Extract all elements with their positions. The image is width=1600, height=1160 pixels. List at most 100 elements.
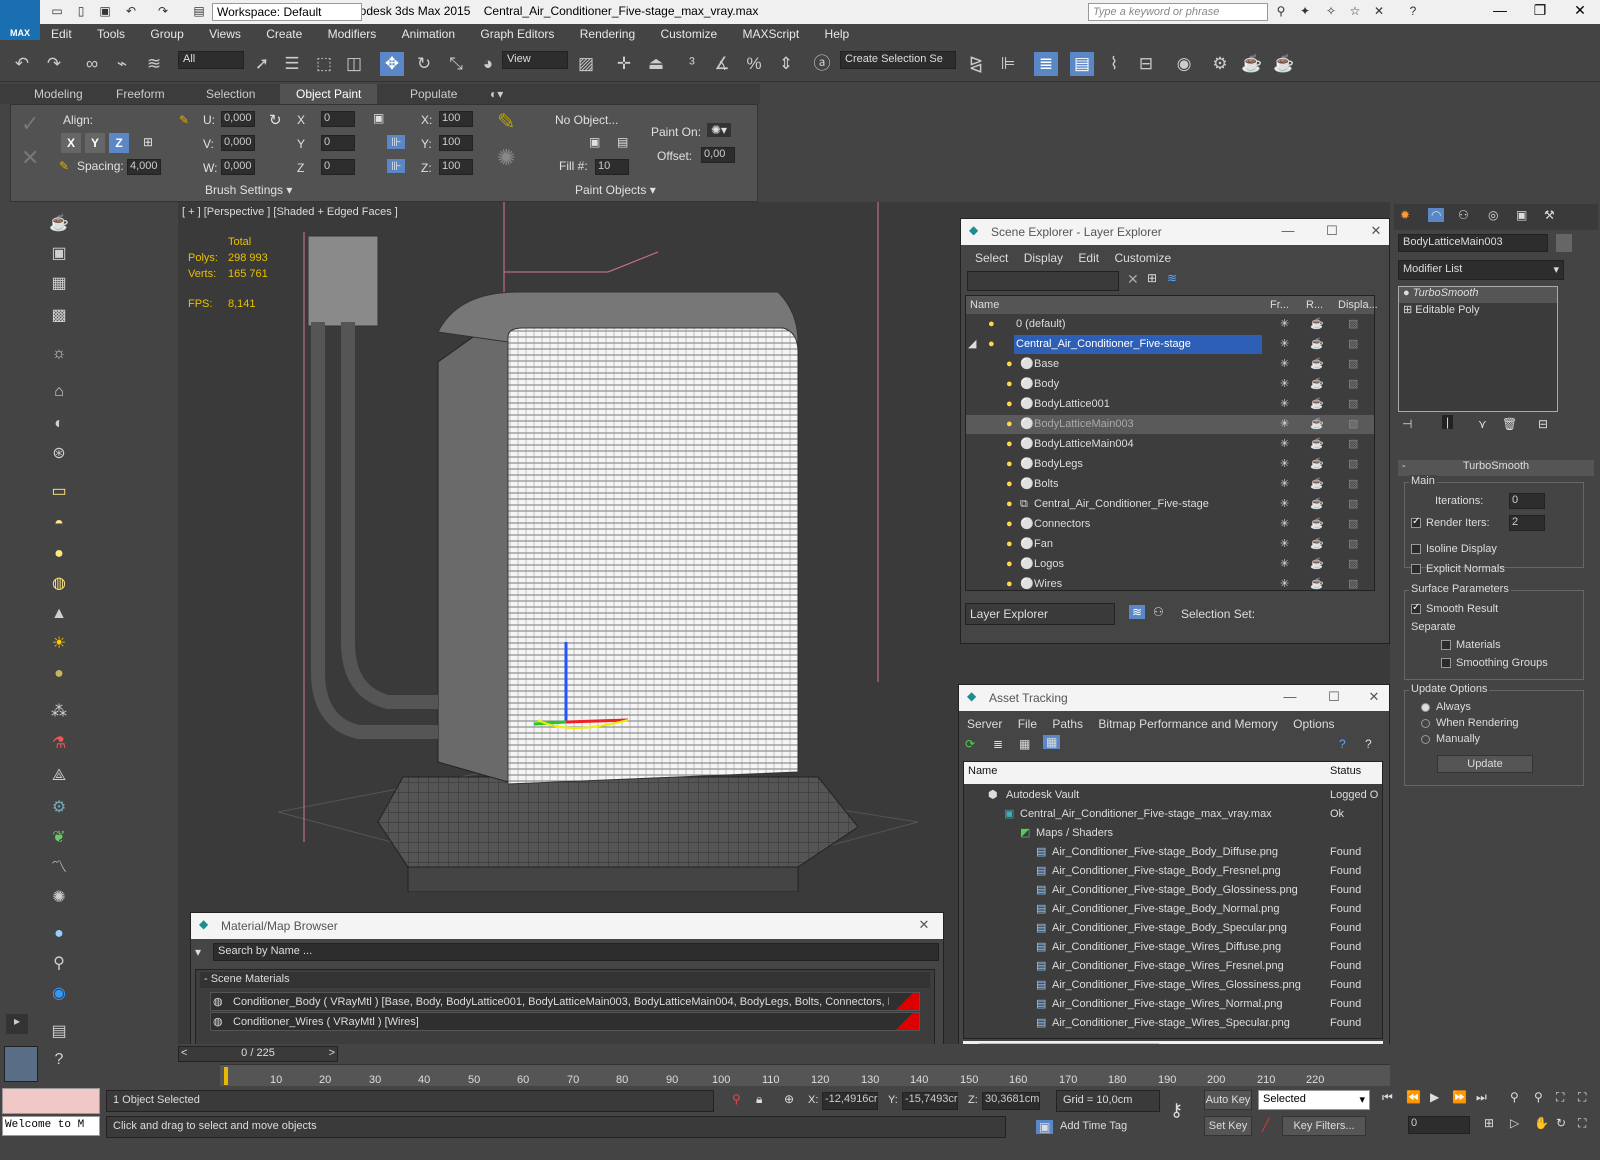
selection-filter[interactable]: All — [178, 51, 244, 69]
rot-z-input[interactable]: 0 — [321, 159, 355, 175]
mirror-icon[interactable]: ⧎ — [964, 52, 988, 76]
always-radio[interactable] — [1421, 702, 1430, 712]
create-tab-icon[interactable]: ✹ — [1400, 208, 1410, 222]
se-search-input[interactable] — [967, 271, 1119, 291]
manually-option[interactable]: Manually — [1421, 733, 1480, 745]
se-col-display[interactable]: Displa... — [1338, 296, 1378, 315]
se-col-name[interactable]: Name — [970, 296, 999, 315]
hierarchy-tab-icon[interactable]: ⚇ — [1458, 208, 1469, 222]
explicit-normals-option[interactable]: Explicit Normals — [1411, 563, 1581, 575]
display-icon[interactable]: ▧ — [1348, 535, 1358, 554]
modifier-list-dropdown[interactable]: Modifier List ▾ — [1398, 260, 1564, 280]
time-tag-icon[interactable]: ▣ — [1036, 1120, 1054, 1134]
new-file-icon[interactable]: ▭ — [48, 4, 66, 20]
stack-item-editable-poly[interactable]: ⊞ Editable Poly — [1399, 303, 1557, 319]
materials-checkbox[interactable] — [1441, 640, 1451, 651]
zoom-extents-all-icon[interactable]: ⛶ — [1578, 1090, 1586, 1105]
asset-row[interactable]: ▤ Air_Conditioner_Five-stage_Body_Normal.… — [964, 900, 1382, 919]
keyboard-shortcut-override-icon[interactable]: ⏏ — [644, 52, 668, 76]
snowflake-icon[interactable]: ✳ — [1280, 355, 1289, 374]
disc-icon[interactable]: ● — [46, 662, 72, 686]
geosphere-icon[interactable]: ◍ — [46, 572, 72, 596]
menu-animation[interactable]: Animation — [391, 24, 466, 44]
pick-object-icon[interactable]: ▣ — [589, 135, 600, 149]
angle-snap-icon[interactable]: ∡ — [710, 52, 734, 76]
remove-modifier-icon[interactable]: 🗑︎ — [1502, 417, 1517, 431]
teapot-render-icon[interactable]: ☕ — [1310, 335, 1324, 354]
snowflake-icon[interactable]: ✳ — [1280, 535, 1289, 554]
teapot-render-icon[interactable]: ☕ — [1310, 515, 1324, 534]
redo-icon[interactable]: ↷ — [154, 4, 172, 20]
menu-create[interactable]: Create — [255, 24, 313, 44]
snowflake-icon[interactable]: ✳ — [1280, 515, 1289, 534]
half-sphere-icon[interactable]: ◐ — [46, 412, 72, 436]
display-icon[interactable]: ▧ — [1348, 355, 1358, 374]
tree-row[interactable]: ● ⚪ Body ✳ ☕ ▧ — [966, 375, 1374, 394]
scene-explorer-minimize[interactable]: — — [1273, 223, 1303, 238]
teapot-render-icon[interactable]: ☕ — [1310, 395, 1324, 414]
rendered-frame-window-icon[interactable]: ☕ — [1240, 52, 1264, 76]
material-item[interactable]: ◍ Conditioner_Body ( VRayMtl ) [Base, Bod… — [210, 992, 920, 1011]
object-color-swatch[interactable] — [1556, 234, 1572, 252]
show-end-result-icon[interactable]: | — [1442, 415, 1454, 429]
menu-maxscript[interactable]: MAXScript — [732, 24, 811, 44]
bulb-icon[interactable]: ● — [1403, 287, 1410, 299]
expand-arrow-icon[interactable]: ▸ — [6, 1014, 28, 1034]
zoom-all-icon[interactable]: ⚲ — [1534, 1090, 1543, 1104]
open-file-icon[interactable]: ▯ — [72, 4, 90, 20]
asset-row[interactable]: ⬢ Autodesk Vault Logged O — [964, 786, 1382, 805]
tree-row[interactable]: ● ⚪ Connectors ✳ ☕ ▧ — [966, 515, 1374, 534]
tree-row[interactable]: ● ⚪ BodyLatticeMain004 ✳ ☕ ▧ — [966, 435, 1374, 454]
maximize-button[interactable]: ❐ — [1520, 2, 1560, 22]
paint-on-select[interactable]: ✺▾ — [707, 123, 732, 137]
fill-input[interactable]: 10 — [595, 159, 629, 175]
named-selection-set[interactable]: Create Selection Se — [840, 51, 956, 69]
se-menu-display[interactable]: Display — [1018, 247, 1069, 269]
edit-named-selection-icon[interactable]: ⓐ — [810, 52, 834, 76]
curve-editor-icon[interactable]: ⌇ — [1102, 52, 1126, 76]
material-editor-icon[interactable]: ◉ — [46, 982, 72, 1006]
axis-x-button[interactable]: X — [61, 133, 81, 153]
asset-tracking-maximize[interactable]: ☐ — [1319, 689, 1349, 705]
asset-tracking-titlebar[interactable]: ◆ Asset Tracking — ☐ ✕ — [959, 685, 1389, 711]
tab-modeling[interactable]: Modeling — [34, 87, 83, 101]
light-bulb-icon[interactable]: ● — [1006, 495, 1013, 514]
magnifier-icon[interactable]: ⚲ — [46, 952, 72, 976]
maxscript-listener-icon[interactable] — [4, 1046, 38, 1082]
material-editor-icon[interactable]: ◉ — [1172, 52, 1196, 76]
teapot-render-icon[interactable]: ☕ — [1310, 415, 1324, 434]
sun-icon[interactable]: ☀ — [46, 632, 72, 656]
teapot-render-icon[interactable]: ☕ — [1310, 555, 1324, 574]
sphere-icon[interactable]: ● — [46, 542, 72, 566]
prev-frame-icon[interactable]: < — [181, 1047, 187, 1059]
menu-tools[interactable]: Tools — [86, 24, 136, 44]
y-coord-input[interactable]: -15,7493cr — [902, 1092, 958, 1110]
select-manipulate-icon[interactable]: ✛ — [612, 52, 636, 76]
display-icon[interactable]: ▧ — [1348, 475, 1358, 494]
air-conditioner-model[interactable] — [178, 202, 978, 892]
auto-key-button[interactable]: Auto Key — [1204, 1090, 1252, 1110]
display-tab-icon[interactable]: ▣ — [1516, 208, 1527, 222]
se-col-freeze[interactable]: Fr... — [1270, 296, 1289, 315]
dome-icon[interactable]: ◓ — [46, 512, 72, 536]
add-time-tag-button[interactable]: Add Time Tag — [1060, 1120, 1127, 1132]
orbit-icon[interactable]: ↻ — [1556, 1116, 1566, 1130]
object-name-field[interactable]: BodyLatticeMain003 — [1398, 234, 1548, 252]
display-icon[interactable]: ▧ — [1348, 335, 1358, 354]
display-icon[interactable]: ▧ — [1348, 455, 1358, 474]
scene-explorer-titlebar[interactable]: ◆ Scene Explorer - Layer Explorer — ☐ ✕ — [961, 219, 1389, 245]
undo-icon[interactable]: ↶ — [10, 52, 34, 76]
project-folder-icon[interactable]: ▤ — [190, 4, 208, 20]
key-mode-select[interactable]: Selected ▾ — [1258, 1090, 1370, 1110]
asset-row[interactable]: ▤ Air_Conditioner_Five-stage_Wires_Glossi… — [964, 976, 1382, 995]
render-frame-icon[interactable]: ▣ — [46, 242, 72, 266]
tree-row[interactable]: ◢ ● Central_Air_Conditioner_Five-stage ✳ ☕ ▧ — [966, 335, 1374, 354]
scale-lock-icon[interactable]: ⊪ — [387, 135, 406, 149]
zoom-extents-icon[interactable]: ⛶ — [1556, 1090, 1564, 1105]
light-bulb-icon[interactable]: ● — [1006, 375, 1013, 394]
spacing-input[interactable]: 4,000 — [127, 159, 161, 175]
previous-frame-icon[interactable]: ⏪ — [1406, 1090, 1421, 1104]
key-icon[interactable]: ⚷ — [1170, 1100, 1183, 1121]
select-and-rotate-icon[interactable]: ↻ — [412, 52, 436, 76]
pivot-center-icon[interactable]: ▨ — [574, 52, 598, 76]
